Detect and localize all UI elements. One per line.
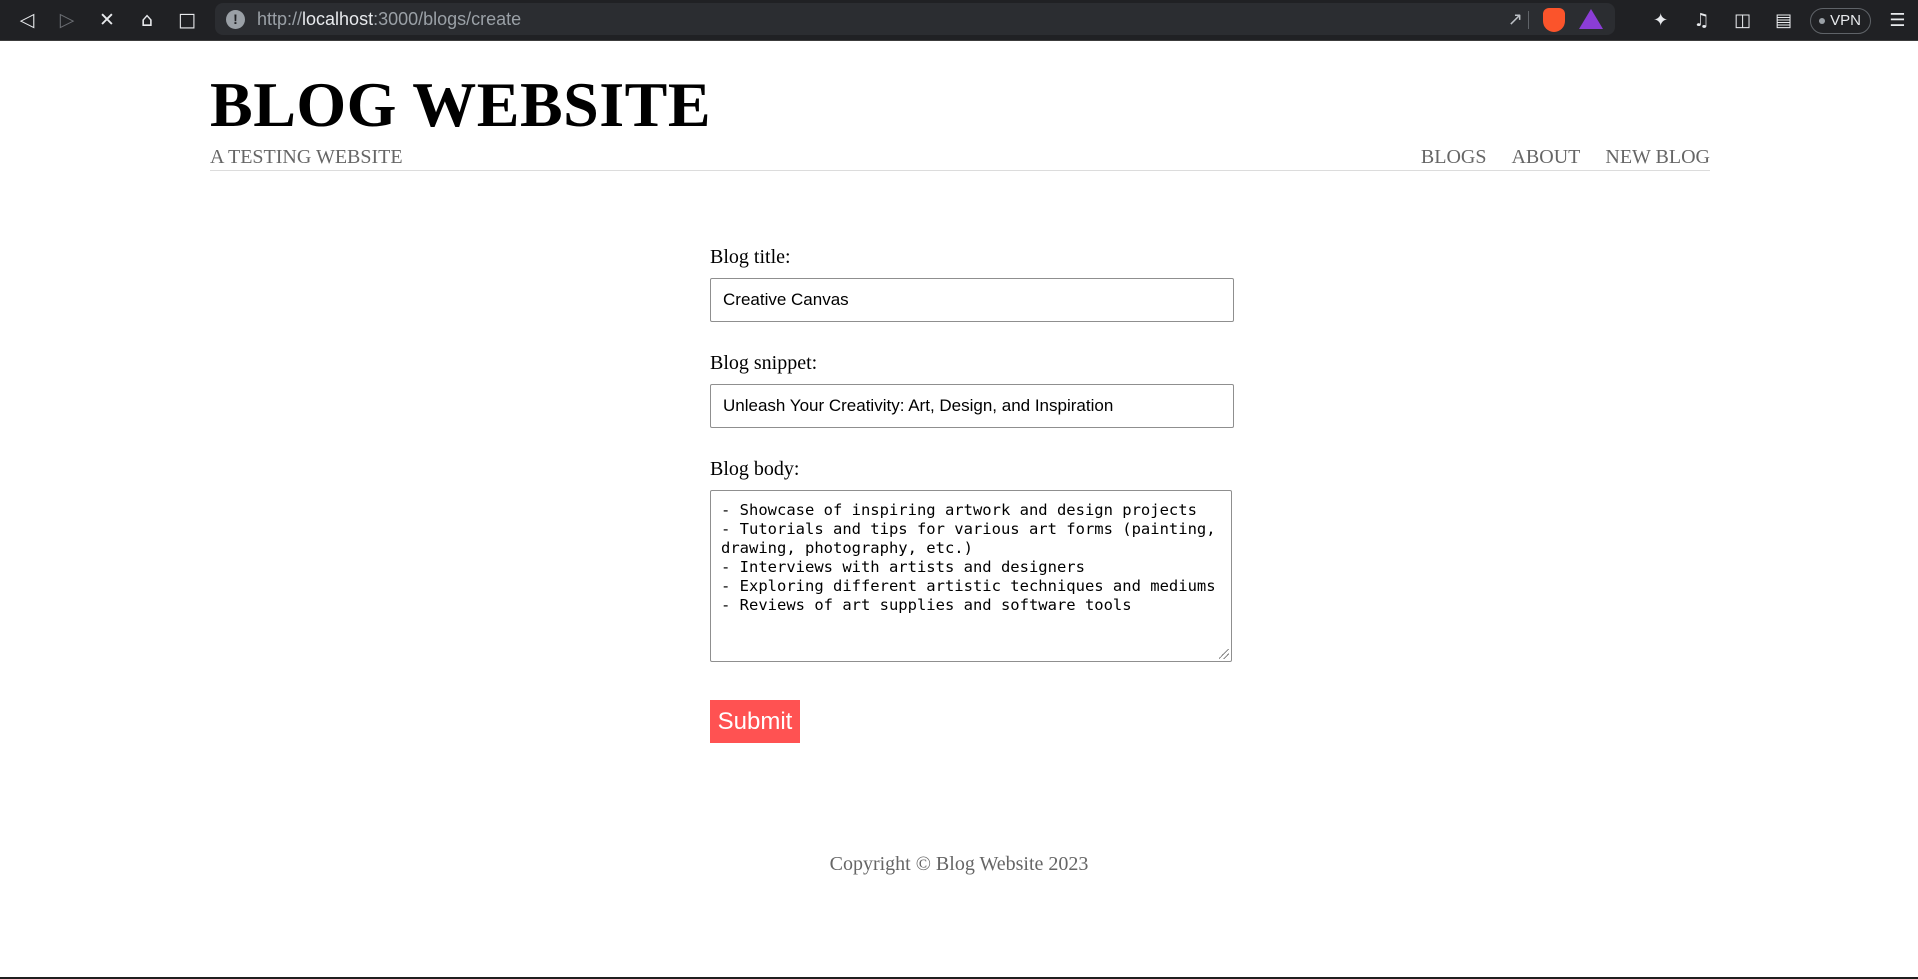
address-bar-divider bbox=[1528, 11, 1529, 29]
resize-handle-icon[interactable] bbox=[1219, 649, 1229, 659]
main-nav: BLOGS ABOUT NEW BLOG bbox=[1421, 145, 1710, 169]
site-header: BLOG WEBSITE A TESTING WEBSITE BLOGS ABO… bbox=[210, 65, 1710, 171]
nav-link-about[interactable]: ABOUT bbox=[1511, 145, 1580, 169]
nav-link-blogs[interactable]: BLOGS bbox=[1421, 145, 1487, 169]
blog-title-input[interactable] bbox=[710, 278, 1234, 322]
copyright-text: Copyright © Blog Website 2023 bbox=[829, 853, 1089, 875]
submit-button[interactable]: Submit bbox=[710, 700, 800, 743]
share-icon[interactable]: ↗ bbox=[1508, 9, 1523, 30]
brave-shields-icon[interactable] bbox=[1543, 8, 1565, 32]
stop-icon[interactable]: ✕ bbox=[87, 0, 127, 41]
blog-body-label: Blog body: bbox=[710, 458, 800, 480]
home-icon[interactable]: ⌂ bbox=[127, 0, 167, 41]
create-blog-form: Blog title: Blog snippet: Blog body: - S… bbox=[710, 245, 1234, 743]
page-content: BLOG WEBSITE A TESTING WEBSITE BLOGS ABO… bbox=[0, 41, 1918, 977]
site-title: BLOG WEBSITE bbox=[210, 69, 712, 140]
menu-icon[interactable]: ☰ bbox=[1877, 0, 1918, 41]
toolbar-actions: ✦ ♫ ◫ ▤ VPN ☰ bbox=[1640, 0, 1918, 41]
browser-toolbar: ◁ ▷ ✕ ⌂ □ ! http://localhost:3000/blogs/… bbox=[0, 0, 1918, 41]
url-text[interactable]: http://localhost:3000/blogs/create bbox=[257, 9, 521, 30]
blog-title-label: Blog title: bbox=[710, 246, 791, 268]
vpn-label: VPN bbox=[1830, 12, 1861, 29]
wallet-icon[interactable]: ▤ bbox=[1763, 0, 1804, 41]
blog-snippet-input[interactable] bbox=[710, 384, 1234, 428]
playlist-icon[interactable]: ♫ bbox=[1681, 0, 1722, 41]
url-host: localhost bbox=[302, 8, 374, 29]
url-scheme: http:// bbox=[257, 8, 303, 29]
url-path: :3000/blogs/create bbox=[373, 8, 522, 29]
extensions-icon[interactable]: ✦ bbox=[1640, 0, 1681, 41]
address-bar[interactable]: ! http://localhost:3000/blogs/create ↗ bbox=[215, 3, 1615, 35]
blog-body-textarea[interactable]: - Showcase of inspiring artwork and desi… bbox=[710, 490, 1232, 662]
forward-icon[interactable]: ▷ bbox=[47, 0, 87, 41]
site-subtitle: A TESTING WEBSITE bbox=[210, 146, 403, 168]
site-footer: Copyright © Blog Website 2023 bbox=[0, 853, 1918, 876]
bookmark-icon[interactable]: □ bbox=[167, 0, 207, 41]
brave-rewards-icon[interactable] bbox=[1579, 9, 1603, 29]
info-icon[interactable]: ! bbox=[226, 9, 245, 29]
blog-snippet-label: Blog snippet: bbox=[710, 352, 818, 374]
nav-link-new-blog[interactable]: NEW BLOG bbox=[1605, 145, 1710, 169]
vpn-status-dot bbox=[1819, 17, 1826, 24]
blog-body-text: - Showcase of inspiring artwork and desi… bbox=[721, 501, 1216, 614]
vpn-button[interactable]: VPN bbox=[1810, 7, 1871, 34]
back-icon[interactable]: ◁ bbox=[7, 0, 47, 41]
sidebar-icon[interactable]: ◫ bbox=[1722, 0, 1763, 41]
